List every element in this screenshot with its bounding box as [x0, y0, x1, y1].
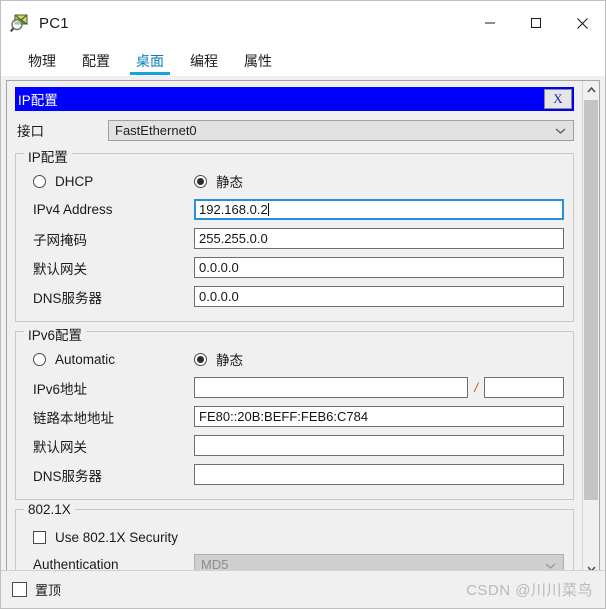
- ipv6-gateway-label: 默认网关: [33, 439, 87, 455]
- ipv6-linklocal-value: FE80::20B:BEFF:FEB6:C784: [199, 409, 369, 424]
- ip-config-header-title: IP配置: [18, 93, 58, 108]
- ipv4-dhcp-label: DHCP: [55, 173, 94, 189]
- radio-icon-selected: [194, 352, 207, 366]
- ipv6-linklocal-row: 链路本地地址 FE80::20B:BEFF:FEB6:C784: [25, 403, 564, 430]
- ipv6-linklocal-label: 链路本地地址: [33, 410, 114, 426]
- interface-select[interactable]: FastEthernet0: [108, 119, 574, 141]
- window-title: PC1: [39, 14, 69, 32]
- ipv4-subnet-input[interactable]: 255.255.0.0: [194, 228, 564, 249]
- ipv4-dns-input[interactable]: 0.0.0.0: [194, 286, 564, 307]
- ipv6-prefix-separator: /: [474, 380, 478, 395]
- radio-icon: [33, 174, 46, 188]
- ipv4-subnet-row: 子网掩码 255.255.0.0: [25, 225, 564, 252]
- always-on-top-label: 置顶: [35, 583, 62, 598]
- ipv6-mode-row: Automatic 静态: [25, 346, 564, 372]
- ipv6-static-radio[interactable]: 静态: [194, 349, 243, 369]
- radio-icon-selected: [194, 174, 207, 188]
- maximize-button[interactable]: [513, 1, 559, 45]
- ipv4-gateway-input[interactable]: 0.0.0.0: [194, 257, 564, 278]
- checkbox-icon: [33, 531, 46, 544]
- packet-tracer-icon: [9, 13, 30, 33]
- ipv6-gateway-row: 默认网关: [25, 432, 564, 459]
- checkbox-icon: [12, 582, 27, 597]
- ipv6-prefix-input[interactable]: [484, 377, 564, 398]
- always-on-top-checkbox[interactable]: 置顶: [12, 580, 61, 599]
- window-controls: [467, 1, 605, 45]
- ipv6-address-label: IPv6地址: [33, 381, 88, 397]
- dot1x-use-security-checkbox[interactable]: Use 802.1X Security: [25, 524, 564, 551]
- ipv4-dns-row: DNS服务器 0.0.0.0: [25, 283, 564, 310]
- interface-label: 接口: [17, 124, 44, 139]
- ipv4-address-value: 192.168.0.2: [199, 202, 268, 217]
- minimize-button[interactable]: [467, 1, 513, 45]
- interface-row: 接口 FastEthernet0: [15, 116, 574, 144]
- tab-label: 编程: [190, 52, 218, 69]
- tab-physical[interactable]: 物理: [15, 45, 69, 76]
- ipv6-static-label: 静态: [216, 353, 243, 368]
- tab-config[interactable]: 配置: [69, 45, 123, 76]
- ipv4-subnet-value: 255.255.0.0: [199, 231, 268, 246]
- tab-label: 属性: [244, 52, 272, 69]
- ip-configuration-panel: IP配置 X 接口 FastEthernet0 IP配置 DHCP 静态 IPv…: [6, 80, 600, 578]
- ipv6-dns-input[interactable]: [194, 464, 564, 485]
- ipv4-dns-value: 0.0.0.0: [199, 289, 239, 304]
- vertical-scrollbar[interactable]: [582, 81, 599, 577]
- ipv6-gateway-input[interactable]: [194, 435, 564, 456]
- bottom-bar: 置顶 CSDN @川川菜鸟: [1, 570, 605, 608]
- ipv6-address-input[interactable]: [194, 377, 469, 398]
- ipv4-address-label: IPv4 Address: [33, 202, 113, 217]
- close-button[interactable]: [559, 1, 605, 45]
- ipv4-gateway-row: 默认网关 0.0.0.0: [25, 254, 564, 281]
- ipv4-gateway-value: 0.0.0.0: [199, 260, 239, 275]
- interface-selected-value: FastEthernet0: [115, 122, 197, 138]
- tab-desktop[interactable]: 桌面: [123, 45, 177, 76]
- ipv6-dns-label: DNS服务器: [33, 468, 103, 484]
- radio-icon: [33, 352, 46, 366]
- ipv4-group-legend: IP配置: [24, 146, 72, 166]
- ipv4-mode-row: DHCP 静态: [25, 168, 564, 194]
- ipv4-dhcp-radio[interactable]: DHCP: [25, 174, 194, 189]
- pc1-window: PC1 物理 配置 桌面 编程 属性 IP配置 X 接口 FastEtherne…: [0, 0, 606, 609]
- ipv4-gateway-label: 默认网关: [33, 261, 87, 277]
- dot1x-group-legend: 802.1X: [24, 502, 75, 517]
- panel-scroll-area: IP配置 X 接口 FastEthernet0 IP配置 DHCP 静态 IPv…: [7, 81, 582, 577]
- scroll-up-arrow-icon[interactable]: [583, 81, 599, 98]
- text-caret: [267, 203, 269, 216]
- ipv6-linklocal-input[interactable]: FE80::20B:BEFF:FEB6:C784: [194, 406, 564, 427]
- ipv4-static-label: 静态: [216, 175, 243, 190]
- ipv6-automatic-radio[interactable]: Automatic: [25, 352, 194, 367]
- ip-config-close-button[interactable]: X: [544, 89, 572, 109]
- ipv4-static-radio[interactable]: 静态: [194, 171, 243, 191]
- tabbar: 物理 配置 桌面 编程 属性: [1, 45, 605, 76]
- panel-inner: IP配置 X 接口 FastEthernet0 IP配置 DHCP 静态 IPv…: [7, 81, 582, 577]
- dot1x-group: 802.1X Use 802.1X Security Authenticatio…: [15, 502, 574, 577]
- ipv4-config-group: IP配置 DHCP 静态 IPv4 Address 192.168.0.2 子网…: [15, 146, 574, 322]
- ipv6-address-row: IPv6地址 /: [25, 374, 564, 401]
- tab-label: 物理: [28, 52, 56, 69]
- window-titlebar: PC1: [1, 1, 605, 45]
- ipv4-address-row: IPv4 Address 192.168.0.2: [25, 196, 564, 223]
- tab-programming[interactable]: 编程: [177, 45, 231, 76]
- ipv4-dns-label: DNS服务器: [33, 290, 103, 306]
- ip-config-header: IP配置 X: [15, 87, 574, 111]
- tab-attributes[interactable]: 属性: [231, 45, 285, 76]
- ipv6-config-group: IPv6配置 Automatic 静态 IPv6地址 / 链路本地地址 FE80…: [15, 324, 574, 500]
- tab-label: 桌面: [136, 52, 164, 69]
- ipv6-dns-row: DNS服务器: [25, 461, 564, 488]
- watermark-text: CSDN @川川菜鸟: [466, 582, 593, 599]
- ipv4-subnet-label: 子网掩码: [33, 232, 87, 248]
- ipv6-group-legend: IPv6配置: [24, 324, 87, 344]
- tab-label: 配置: [82, 52, 110, 69]
- ipv6-automatic-label: Automatic: [55, 351, 116, 367]
- ipv4-address-input[interactable]: 192.168.0.2: [194, 199, 564, 220]
- desktop-content: IP配置 X 接口 FastEthernet0 IP配置 DHCP 静态 IPv…: [1, 76, 605, 608]
- scrollbar-thumb[interactable]: [584, 100, 598, 500]
- chevron-down-icon: [555, 123, 566, 138]
- dot1x-use-security-label: Use 802.1X Security: [55, 530, 179, 545]
